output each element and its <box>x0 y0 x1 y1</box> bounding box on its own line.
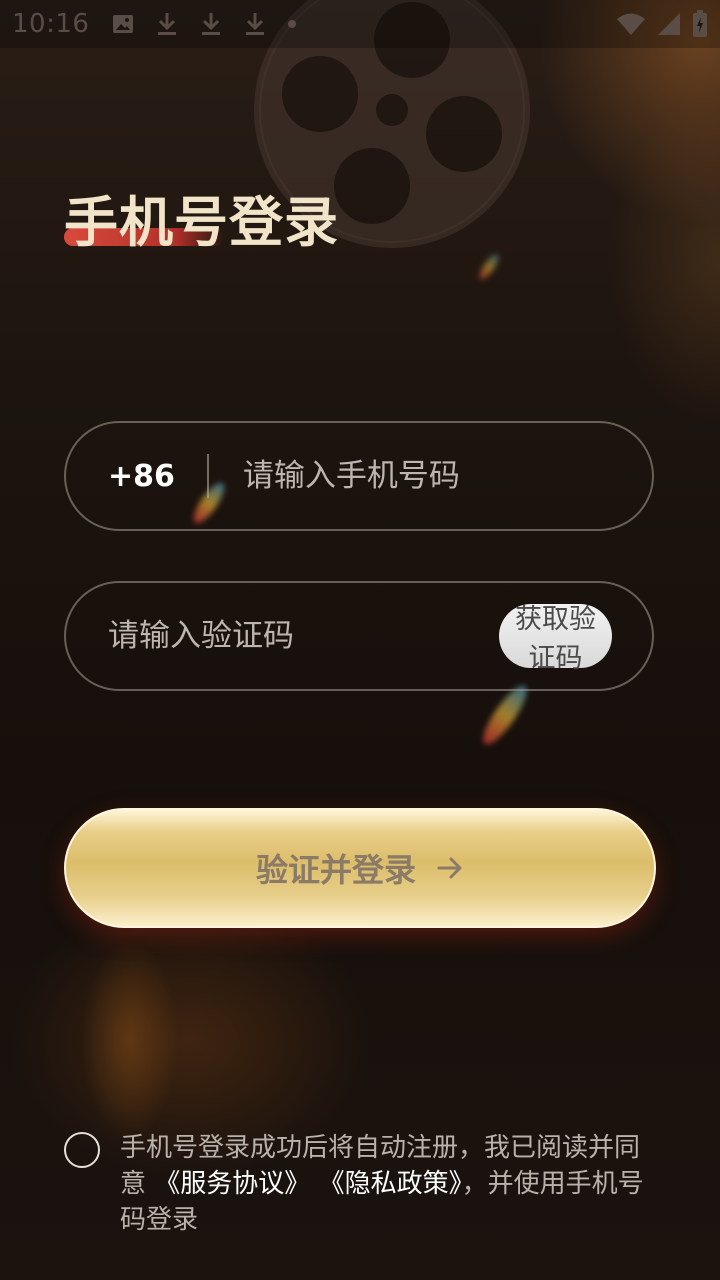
download-icon <box>243 11 267 37</box>
login-label: 验证并登录 <box>255 851 416 889</box>
system-icons <box>616 10 708 38</box>
dot-icon <box>287 19 297 29</box>
image-icon <box>111 12 135 36</box>
phone-input[interactable] <box>242 458 652 494</box>
agreement-text: 手机号登录成功后将自动注册，我已阅读并同意 《服务协议》 《隐私政策》，并使用手… <box>120 1130 665 1238</box>
code-input[interactable] <box>108 618 499 654</box>
download-icon <box>199 11 223 37</box>
signal-icon <box>656 12 682 36</box>
status-time: 10:16 <box>12 9 90 39</box>
battery-charging-icon <box>692 10 708 38</box>
page-title: 手机号登录 <box>64 190 339 254</box>
code-field: 获取验证码 <box>64 581 654 691</box>
get-code-button[interactable]: 获取验证码 <box>499 604 612 674</box>
divider <box>206 454 209 498</box>
privacy-policy-link[interactable]: 《隐私政策》 <box>319 1169 462 1199</box>
title-block: 手机号登录 <box>64 178 364 258</box>
service-agreement-link[interactable]: 《服务协议》 <box>154 1169 310 1199</box>
arrow-right-icon <box>436 854 464 882</box>
notification-icons <box>111 11 297 37</box>
download-icon <box>155 11 179 37</box>
wifi-icon <box>616 12 646 36</box>
phone-field: +86 <box>64 421 654 531</box>
status-bar: 10:16 <box>0 0 720 48</box>
agree-checkbox[interactable] <box>64 1132 100 1168</box>
login-button[interactable]: 验证并登录 <box>64 808 656 928</box>
country-code[interactable]: +86 <box>108 459 175 494</box>
